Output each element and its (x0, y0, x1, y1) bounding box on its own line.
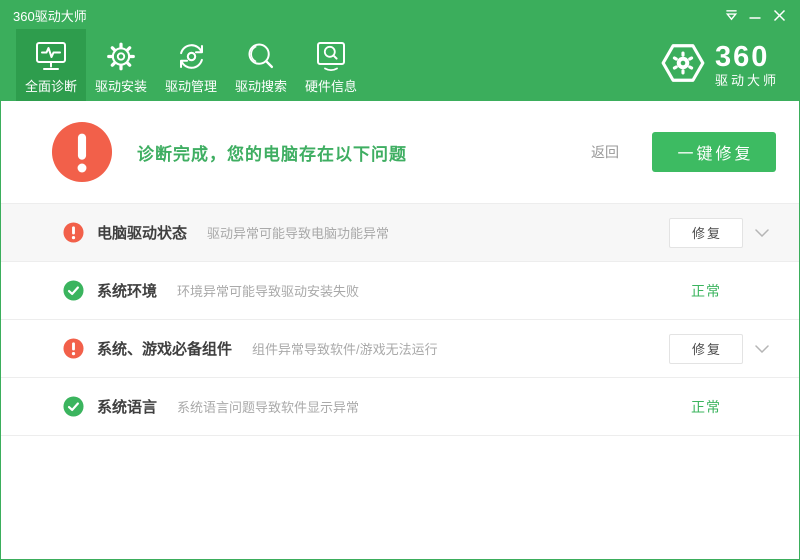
titlebar: 360驱动大师 (1, 1, 799, 29)
issue-name: 系统环境 (97, 280, 157, 301)
issue-desc: 组件异常导致软件/游戏无法运行 (252, 339, 438, 358)
diagnosis-title: 诊断完成，您的电脑存在以下问题 (137, 140, 407, 165)
logo-product: 驱动大师 (715, 74, 779, 87)
nav-item-label: 驱动安装 (95, 76, 147, 95)
minimize-icon[interactable] (743, 4, 767, 26)
collapse-icon[interactable] (719, 4, 743, 26)
refresh-arrows-icon (174, 37, 209, 73)
nav-item-label: 硬件信息 (305, 76, 357, 95)
nav-item-driver-search[interactable]: 驱动搜索 (226, 29, 296, 101)
issue-list: 电脑驱动状态 驱动异常可能导致电脑功能异常 修复 (1, 203, 799, 436)
fix-button[interactable]: 修复 (669, 218, 743, 248)
nav-item-full-diagnosis[interactable]: 全面诊断 (16, 29, 86, 101)
diagnosis-header: 诊断完成，您的电脑存在以下问题 返回 一键修复 (1, 101, 799, 203)
window-controls (719, 4, 791, 26)
hexagon-gear-icon (660, 40, 706, 91)
app-window: 360 驱动大师 (0, 0, 800, 560)
issue-row-driver-status: 电脑驱动状态 驱动异常可能导致电脑功能异常 修复 (1, 204, 799, 262)
content-area: 诊断完成，您的电脑存在以下问题 返回 一键修复 电脑驱动状态 驱动异常可能导致电… (1, 101, 799, 559)
issue-name: 电脑驱动状态 (97, 222, 187, 243)
issue-name: 系统语言 (97, 396, 157, 417)
issue-desc: 环境异常可能导致驱动安装失败 (177, 281, 359, 300)
logo-text: 360 驱动大师 (715, 43, 779, 87)
issue-desc: 驱动异常可能导致电脑功能异常 (207, 223, 389, 242)
issue-actions: 修复 (669, 334, 769, 364)
nav-item-hardware-info[interactable]: 硬件信息 (296, 29, 366, 101)
main-nav: 全面诊断 (1, 29, 799, 101)
nav-item-label: 全面诊断 (25, 76, 77, 95)
magnifier-icon (244, 37, 278, 73)
issue-actions: 正常 (669, 276, 769, 306)
chevron-down-icon[interactable] (743, 218, 769, 248)
nav-item-driver-manage[interactable]: 驱动管理 (156, 29, 226, 101)
chevron-down-icon[interactable] (743, 334, 769, 364)
issue-row-game-components: 系统、游戏必备组件 组件异常导致软件/游戏无法运行 修复 (1, 320, 799, 378)
fix-all-button[interactable]: 一键修复 (652, 132, 776, 172)
issue-actions: 修复 (669, 218, 769, 248)
monitor-pulse-icon (33, 37, 69, 73)
issue-name: 系统、游戏必备组件 (97, 338, 232, 359)
check-badge-icon (63, 280, 84, 301)
nav-item-label: 驱动搜索 (235, 76, 287, 95)
back-link[interactable]: 返回 (591, 142, 619, 162)
gear-icon (104, 37, 138, 73)
check-badge-icon (63, 396, 84, 417)
window-title: 360驱动大师 (13, 6, 87, 25)
error-badge-icon (63, 222, 84, 243)
exclamation-circle-icon (51, 121, 113, 183)
issue-actions: 正常 (669, 392, 769, 422)
close-icon[interactable] (767, 4, 791, 26)
fix-button[interactable]: 修复 (669, 334, 743, 364)
status-normal-label: 正常 (669, 397, 743, 417)
nav-item-label: 驱动管理 (165, 76, 217, 95)
monitor-magnifier-icon (313, 37, 349, 73)
chevron-slot-empty (743, 276, 769, 306)
status-normal-label: 正常 (669, 281, 743, 301)
brand-logo: 360 驱动大师 (660, 29, 779, 101)
issue-row-system-environment: 系统环境 环境异常可能导致驱动安装失败 正常 (1, 262, 799, 320)
issue-desc: 系统语言问题导致软件显示异常 (177, 397, 359, 416)
nav-item-driver-install[interactable]: 驱动安装 (86, 29, 156, 101)
logo-brand: 360 (715, 43, 779, 72)
issue-row-system-language: 系统语言 系统语言问题导致软件显示异常 正常 (1, 378, 799, 436)
chevron-slot-empty (743, 392, 769, 422)
error-badge-icon (63, 338, 84, 359)
